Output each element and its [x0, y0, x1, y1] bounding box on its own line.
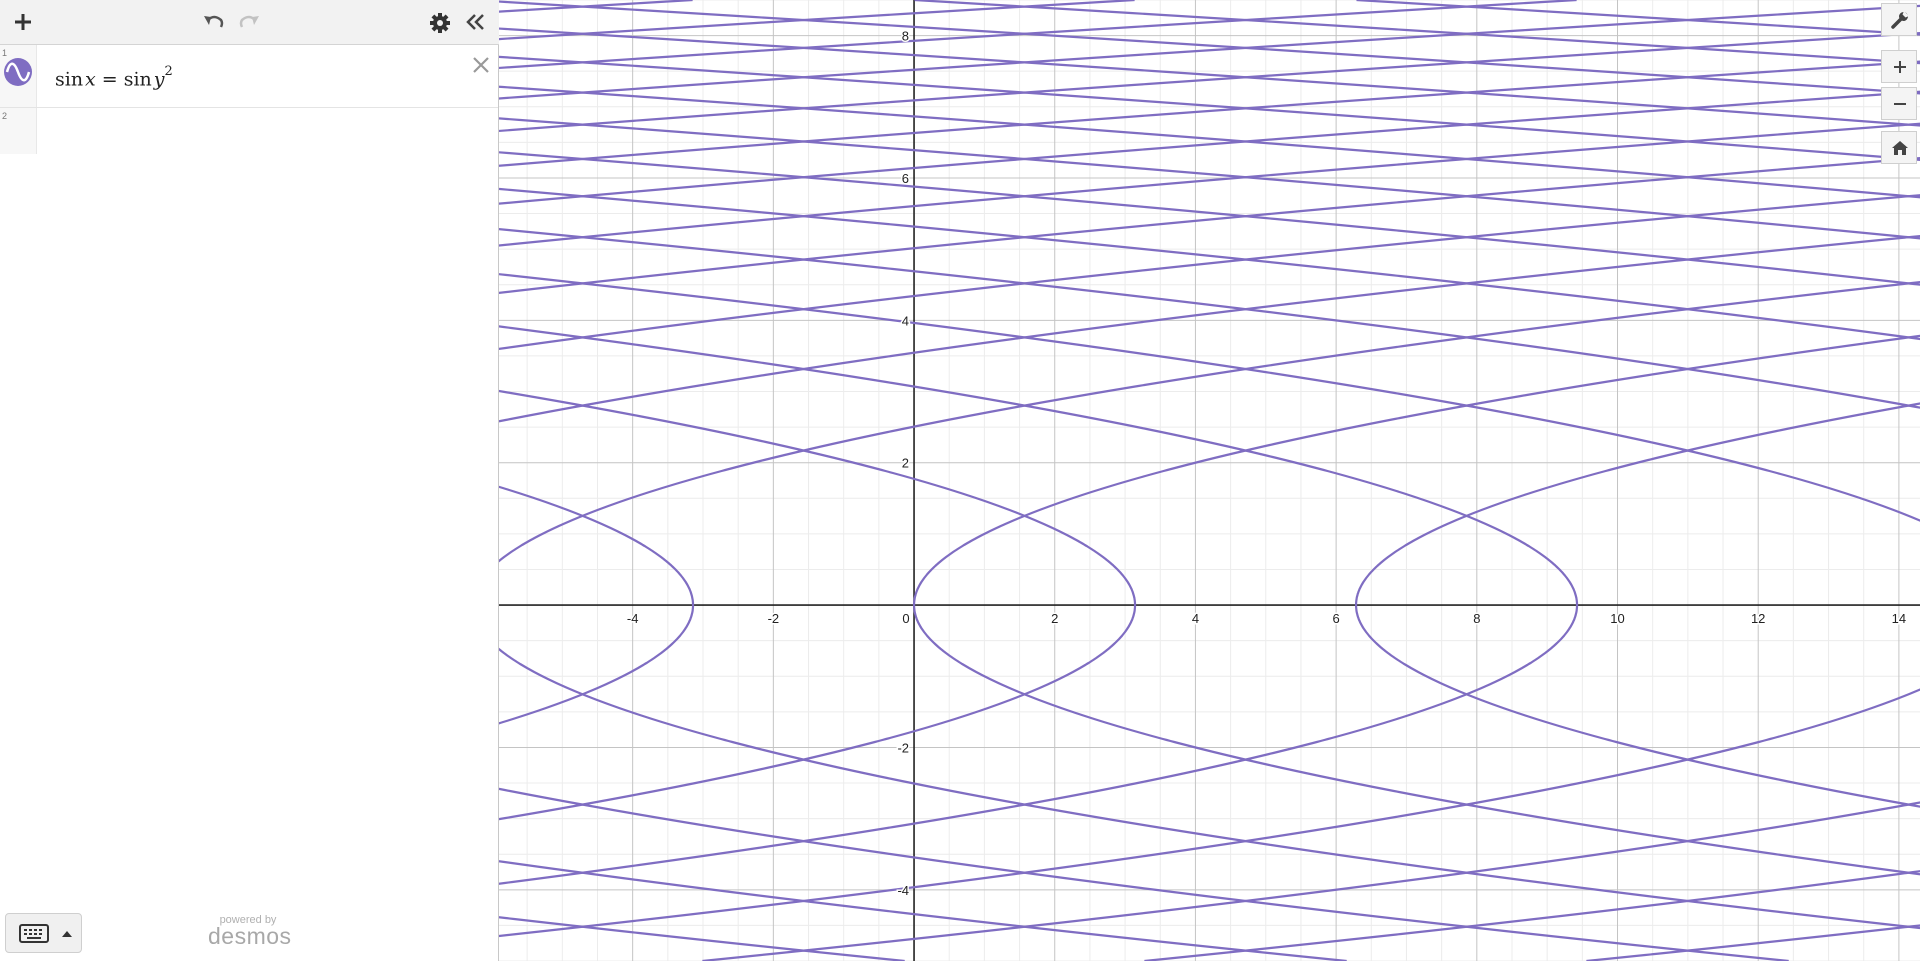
rhs-exponent: 2	[164, 64, 173, 79]
sine-wave-icon	[4, 58, 32, 86]
expression-gutter: 2	[0, 108, 37, 154]
y-tick-label: 6	[902, 171, 909, 186]
double-chevron-left-icon	[466, 14, 484, 30]
expression-row[interactable]: 2	[0, 108, 498, 154]
close-icon	[473, 57, 489, 73]
curve-branch	[499, 234, 1920, 961]
x-tick-label: -4	[627, 611, 639, 626]
add-item-button[interactable]	[9, 8, 37, 36]
keyboard-icon	[19, 924, 49, 943]
y-tick-label: 4	[902, 313, 909, 328]
x-tick-label: 8	[1473, 611, 1480, 626]
expression-gutter: 1	[0, 45, 37, 107]
undo-button[interactable]	[199, 8, 227, 36]
x-tick-label: 12	[1751, 611, 1765, 626]
x-tick-label: 14	[1892, 611, 1906, 626]
x-tick-label: -2	[768, 611, 780, 626]
settings-button[interactable]	[426, 8, 454, 36]
minus-icon	[1894, 103, 1906, 105]
y-tick-label: 2	[902, 456, 909, 471]
redo-button[interactable]	[236, 8, 264, 36]
delete-expression-button[interactable]	[470, 54, 492, 76]
rhs-variable: y	[153, 68, 165, 91]
implicit-curve	[499, 0, 1920, 961]
x-tick-label: 4	[1192, 611, 1199, 626]
desmos-wordmark: desmos	[208, 923, 292, 949]
graph-settings-button[interactable]	[1881, 3, 1917, 36]
plus-icon	[1894, 61, 1906, 73]
x-tick-label: 0	[902, 611, 909, 626]
default-viewport-button[interactable]	[1881, 131, 1917, 164]
graph-paper[interactable]: -4 -2 0 2 4 6 8 10 12 14 -4 -2 2 4 6 8	[499, 0, 1920, 961]
redo-icon	[239, 15, 259, 28]
lhs-function: sin	[55, 68, 84, 91]
gear-icon	[430, 13, 450, 33]
curve-branch	[499, 228, 1920, 961]
y-tick-label: -2	[897, 740, 909, 755]
collapse-panel-button[interactable]	[462, 8, 490, 36]
expression-math[interactable]: sin x = sin y2	[55, 64, 173, 91]
expression-panel: 1 sin x = sin y2 2 powered by desmos	[0, 0, 499, 961]
expression-row[interactable]: 1 sin x = sin y2	[0, 45, 498, 108]
x-tick-label: 10	[1610, 611, 1624, 626]
home-icon	[1892, 141, 1908, 155]
x-tick-label: 6	[1333, 611, 1340, 626]
expression-list: 1 sin x = sin y2 2	[0, 45, 498, 154]
lhs-variable: x	[84, 68, 96, 91]
graph-canvas[interactable]: -4 -2 0 2 4 6 8 10 12 14 -4 -2 2 4 6 8	[499, 0, 1920, 961]
graph-color-toggle[interactable]	[3, 57, 33, 87]
curve-branch	[499, 156, 1920, 961]
wrench-icon	[1891, 11, 1909, 29]
undo-icon	[204, 15, 224, 28]
equals-sign: =	[101, 68, 118, 91]
powered-by-logo: powered by desmos	[208, 914, 292, 949]
curve-branch	[499, 0, 1920, 95]
plus-icon	[15, 14, 31, 30]
zoom-in-button[interactable]	[1881, 50, 1917, 83]
rhs-function: sin	[123, 68, 152, 91]
y-tick-label: -4	[897, 883, 909, 898]
expression-index: 2	[2, 111, 8, 121]
y-tick-label: 8	[902, 29, 909, 44]
curve-branch	[499, 55, 1920, 162]
expression-toolbar	[0, 0, 499, 45]
caret-up-icon	[62, 931, 72, 937]
zoom-out-button[interactable]	[1881, 87, 1917, 120]
keypad-toggle-button[interactable]	[5, 913, 82, 953]
x-tick-label: 2	[1051, 611, 1058, 626]
